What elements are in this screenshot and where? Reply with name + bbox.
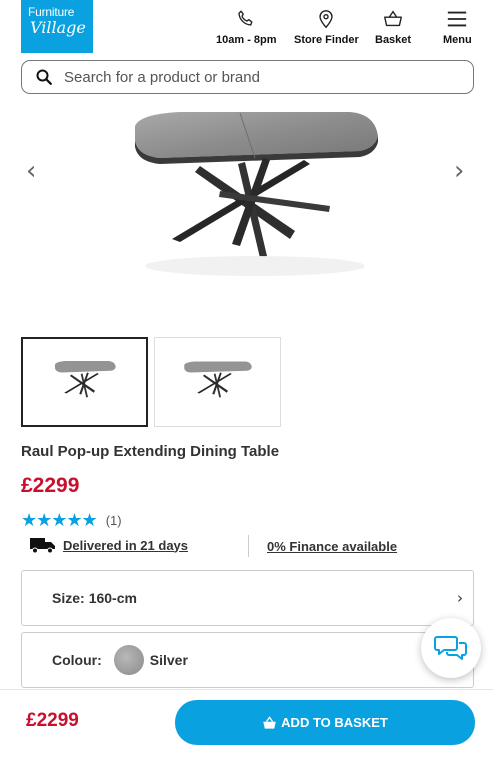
chat-button[interactable] [421,618,481,678]
delivery-info[interactable]: Delivered in 21 days [30,536,188,554]
search-bar[interactable] [21,60,474,94]
colour-value: Silver [149,652,188,668]
gallery-prev-arrow[interactable]: ‹ [26,156,36,186]
store-finder-label: Store Finder [294,34,359,46]
basket-icon [384,10,402,27]
product-gallery: ‹ › [0,96,493,326]
sticky-price: £2299 [26,710,79,731]
thumbnail-2[interactable] [154,337,281,427]
colour-label: Colour: [52,652,102,668]
opening-hours-link[interactable]: 10am - 8pm [216,8,277,46]
colour-selector[interactable]: Colour: Silver [21,632,474,688]
review-count: (1) [105,513,122,528]
product-title: Raul Pop-up Extending Dining Table [21,443,280,460]
site-header: Furniture Village 10am - 8pm Store Finde… [0,0,493,56]
colour-swatch [113,645,144,675]
store-finder-link[interactable]: Store Finder [294,8,359,46]
search-icon [36,69,52,85]
info-divider [248,535,249,557]
product-main-image [135,112,378,276]
phone-icon [238,10,253,26]
add-to-basket-label: ADD TO BASKET [281,715,388,730]
menu-button[interactable]: Menu [443,8,472,46]
sticky-buy-bar: £2299 ADD TO BASKET [0,689,493,759]
delivery-truck-icon [30,538,55,554]
chat-icon [434,636,467,660]
brand-logo[interactable]: Furniture Village [21,0,93,53]
size-value: 160-cm [88,590,137,606]
chevron-right-icon: › [457,589,463,607]
brand-logo-line2: Village [30,18,86,37]
delivery-link[interactable]: Delivered in 21 days [63,538,188,553]
basket-label: Basket [375,34,412,46]
product-rating[interactable]: ★★★★★ (1) [21,510,122,531]
search-input[interactable] [64,68,444,86]
menu-label: Menu [443,34,472,46]
basket-link[interactable]: Basket [375,8,411,46]
thumbnail-strip [21,337,281,427]
rating-stars: ★★★★★ [21,510,98,531]
opening-hours-label: 10am - 8pm [216,34,277,46]
finance-link[interactable]: 0% Finance available [267,539,397,554]
product-price: £2299 [21,474,80,497]
thumbnail-image [54,361,116,398]
location-pin-icon [319,10,334,29]
add-to-basket-button[interactable]: ADD TO BASKET [175,700,475,745]
gallery-next-arrow[interactable]: › [454,156,464,186]
thumbnail-image [183,361,252,398]
basket-icon [263,715,276,729]
hamburger-menu-icon [448,11,467,27]
size-label: Size: [52,590,85,606]
size-selector[interactable]: Size: 160-cm › [21,570,474,626]
thumbnail-1[interactable] [21,337,148,427]
